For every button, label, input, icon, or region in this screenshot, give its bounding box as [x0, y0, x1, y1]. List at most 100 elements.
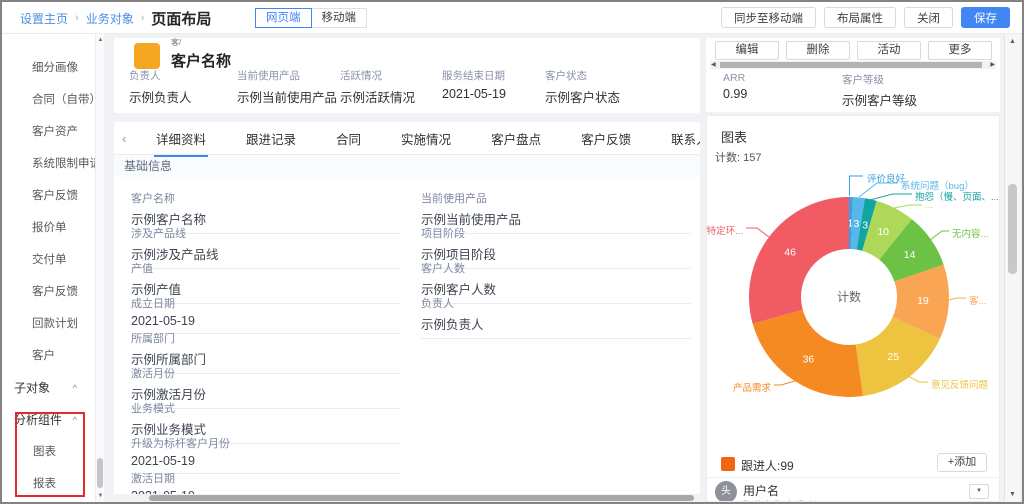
summary-field: 服务结束日期 2021-05-19 [442, 68, 506, 101]
breadcrumb-business-object[interactable]: 业务对象 [86, 10, 134, 27]
sidebar-section-label: 子对象 [14, 381, 50, 395]
field-value: 0.99 [723, 87, 747, 101]
breadcrumb-separator: › [141, 12, 145, 24]
sidebar-section-label: 分析组件 [14, 413, 62, 427]
field-value: 示例负责人 [129, 87, 192, 106]
chart-title: 图表 [721, 127, 747, 146]
activity-button[interactable]: 活动 [857, 41, 921, 60]
breadcrumb-settings-home[interactable]: 设置主页 [20, 10, 68, 27]
tabs-scroll-left-icon[interactable]: ‹ [122, 131, 136, 146]
pie-slice-label: 意见反馈问题 [931, 377, 988, 391]
field-label: 激活月份 [131, 365, 401, 381]
layout-properties-button[interactable]: 布局属性 [824, 7, 896, 28]
tab-customer-review[interactable]: 客户盘点 [489, 122, 543, 157]
scrollbar-thumb[interactable] [720, 62, 982, 68]
chart-card: 图表 计数: 157 133101419253646计数 评价良好系统问题（bu… [706, 115, 1000, 502]
breadcrumb-separator: › [75, 12, 79, 24]
scroll-right-icon[interactable]: ▶ [990, 61, 995, 69]
field-value: 示例负责人 [421, 314, 691, 339]
sidebar-section-sub-objects[interactable]: 子对象 ^ [2, 372, 95, 404]
section-title-basic-info: 基础信息 [114, 155, 700, 177]
device-tabs: 网页端 移动端 [255, 8, 367, 28]
summary-field: 当前使用产品 示例当前使用产品 [237, 68, 337, 106]
field-value: 示例客户等级 [842, 90, 917, 109]
sidebar-item-segment-portrait[interactable]: 细分画像 [2, 52, 95, 84]
leader-line [850, 176, 864, 196]
sidebar-item-payment-plan[interactable]: 回款计划 [2, 308, 95, 340]
leader-line [746, 228, 769, 237]
field-label: 当前使用产品 [237, 68, 337, 83]
field-label: 业务模式 [131, 400, 401, 416]
sidebar-item-contract-builtin[interactable]: 合同（自带） [2, 84, 95, 116]
chevron-up-icon[interactable]: ^ [73, 372, 77, 404]
sidebar-scrollbar[interactable]: ▲ ▼ [95, 34, 104, 502]
sidebar-section-analysis-components[interactable]: 分析组件 ^ [2, 404, 95, 436]
delete-button[interactable]: 删除 [786, 41, 850, 60]
form-field: 负责人 示例负责人 [421, 295, 691, 339]
sidebar: 细分画像 合同（自带） 客户资产 系统限制申请明细 客户反馈 报价单 交付单 客… [2, 34, 95, 502]
tab-detail-info[interactable]: 详细资料 [154, 122, 208, 157]
leader-line [930, 231, 949, 240]
tab-web[interactable]: 网页端 [255, 8, 312, 28]
horizontal-scrollbar[interactable]: ◀ ▶ [710, 61, 996, 69]
field-label: 产值 [131, 260, 401, 276]
sidebar-item-quotation[interactable]: 报价单 [2, 212, 95, 244]
sidebar-item-customer-assets[interactable]: 客户资产 [2, 116, 95, 148]
sidebar-item-customer-feedback-2[interactable]: 客户反馈 [2, 276, 95, 308]
more-button[interactable]: 更多 [928, 41, 992, 60]
followers-label: 跟进人:99 [741, 457, 794, 474]
sidebar-item-customer-feedback[interactable]: 客户反馈 [2, 180, 95, 212]
field-label: 负责人 [129, 68, 192, 83]
sidebar-item-system-limit-detail[interactable]: 系统限制申请明细 [2, 148, 95, 180]
sidebar-item-report[interactable]: 报表 [2, 468, 95, 500]
add-follower-button[interactable]: +添加 [937, 453, 987, 472]
field-label: 涉及产品线 [131, 225, 401, 241]
user-subtitle: 职位名称 负责人 [743, 497, 816, 502]
slice-value-label: 3 [862, 219, 868, 231]
field-label: 负责人 [421, 295, 691, 311]
slice-value-label: 46 [784, 247, 796, 259]
pie-slice-label: 客... [969, 293, 986, 307]
field-value: 示例活跃情况 [340, 87, 415, 106]
sidebar-item-delivery[interactable]: 交付单 [2, 244, 95, 276]
leader-line [908, 376, 928, 382]
tab-customer-feedback[interactable]: 客户反馈 [579, 122, 633, 157]
form-field: 升级为标杆客户月份 2021-05-19 [131, 435, 401, 474]
field-label: 激活日期 [131, 470, 401, 486]
horizontal-scrollbar[interactable] [114, 494, 700, 502]
sidebar-item-customer[interactable]: 客户 [2, 340, 95, 372]
chevron-up-icon[interactable]: ^ [73, 404, 77, 436]
pie-slice[interactable] [749, 197, 849, 324]
scroll-down-icon[interactable]: ▼ [1005, 491, 1020, 498]
field-label: 客户状态 [545, 68, 620, 83]
close-button[interactable]: 关闭 [904, 7, 953, 28]
pie-slice-label: 无内容... [952, 226, 988, 240]
save-button[interactable]: 保存 [961, 7, 1010, 28]
field-label: 服务结束日期 [442, 68, 506, 83]
pie-slice-label: 评价良好 [867, 171, 905, 185]
pie-slice-label: ... [925, 200, 933, 211]
tab-follow-records[interactable]: 跟进记录 [244, 122, 298, 157]
scroll-up-icon[interactable]: ▲ [1005, 38, 1020, 45]
scrollbar-thumb[interactable] [1008, 184, 1017, 274]
pie-slice-label: 产品需求 [733, 380, 771, 394]
sidebar-item-chart[interactable]: 图表 [2, 436, 95, 468]
sync-to-mobile-button[interactable]: 同步至移动端 [721, 7, 816, 28]
divider [707, 477, 999, 478]
sidebar-list: 细分画像 合同（自带） 客户资产 系统限制申请明细 客户反馈 报价单 交付单 客… [2, 34, 95, 500]
leader-line [894, 205, 922, 208]
summary-field: 活跃情况 示例活跃情况 [340, 68, 415, 106]
vertical-scrollbar[interactable]: ▲ ▼ [1004, 34, 1020, 502]
tab-mobile[interactable]: 移动端 [311, 8, 368, 28]
tab-contract[interactable]: 合同 [334, 122, 363, 157]
user-dropdown-button[interactable]: ▼ [969, 484, 989, 499]
field-label: 项目阶段 [421, 225, 691, 241]
edit-button[interactable]: 编辑 [715, 41, 779, 60]
scrollbar-thumb[interactable] [149, 495, 694, 501]
tab-implementation[interactable]: 实施情况 [399, 122, 453, 157]
scroll-left-icon[interactable]: ◀ [711, 61, 716, 69]
donut-chart[interactable]: 133101419253646计数 [707, 161, 1000, 453]
scrollbar-thumb[interactable] [97, 458, 103, 488]
tab-contacts-opportunities[interactable]: 联系人、商机 [669, 122, 700, 157]
leader-line [870, 194, 912, 200]
